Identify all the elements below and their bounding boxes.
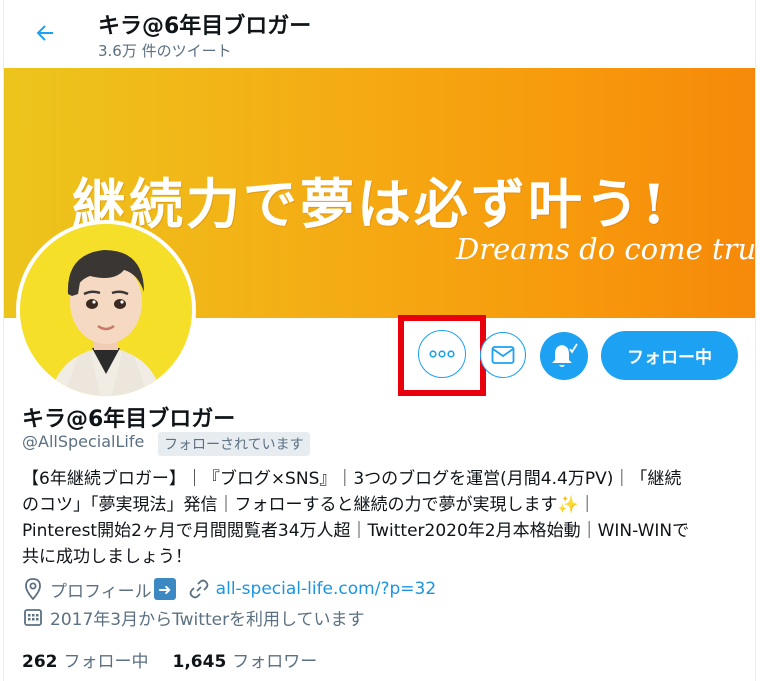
profile-bio: 【6年継続ブロガー】｜『ブログ×SNS』｜3つのブログを運営(月間4.4万PV)… <box>22 466 742 570</box>
sparkles-icon: ✨ <box>557 495 579 515</box>
message-button[interactable] <box>480 332 526 378</box>
avatar[interactable] <box>16 220 196 400</box>
back-arrow-icon <box>36 25 53 41</box>
more-dots-icon <box>429 350 455 358</box>
frame-right-border <box>755 0 756 681</box>
notifications-button[interactable] <box>540 332 588 380</box>
back-button[interactable] <box>26 14 64 52</box>
bell-icon <box>552 343 578 367</box>
location-pin-icon <box>22 578 44 600</box>
follow-stats: 262 フォロー中 1,645 フォロワー <box>22 647 341 672</box>
avatar-illustration <box>20 224 192 396</box>
header-title: キラ@6年目ブロガー <box>98 14 312 39</box>
bio-line-text: のコツ」「夢実現法」発信｜フォローすると継続の力で夢が実現します <box>22 495 558 515</box>
user-handle: @AllSpecialLife <box>22 432 145 451</box>
followers-label: フォロワー <box>232 652 318 672</box>
calendar-icon <box>22 606 44 628</box>
profile-header: キラ@6年目ブロガー 3.6万 件のツイート <box>4 0 755 68</box>
bio-line: 【6年継続ブロガー】｜『ブログ×SNS』｜3つのブログを運営(月間4.4万PV)… <box>22 469 682 489</box>
bio-line: 共に成功しましょう！ <box>22 547 192 567</box>
banner-headline-en: Dreams do come true! <box>456 232 755 266</box>
bio-line: Pinterest開始2ヶ月で月間閲覧者34万人超｜Twitter2020年2月… <box>22 521 690 541</box>
bio-line: のコツ」「夢実現法」発信｜フォローすると継続の力で夢が実現します✨｜ <box>22 492 742 518</box>
right-arrow-icon: ➜ <box>153 578 176 600</box>
follows-you-badge: フォローされています <box>158 432 310 456</box>
envelope-icon <box>491 346 515 364</box>
profile-url-link[interactable]: all-special-life.com/?p=32 <box>216 579 436 599</box>
following-button[interactable]: フォロー中 <box>601 331 738 380</box>
profile-meta-row: プロフィール ➜ all-special-life.com/?p=32 <box>22 577 436 602</box>
followers-count: 1,645 <box>172 652 227 672</box>
location-text: プロフィール <box>50 581 152 602</box>
tweet-count: 3.6万 件のツイート <box>98 42 232 60</box>
display-name: キラ@6年目ブロガー <box>22 407 236 432</box>
following-count: 262 <box>22 652 58 672</box>
followers-stat[interactable]: 1,645 フォロワー <box>173 647 318 672</box>
following-label: フォロー中 <box>63 652 149 672</box>
banner-headline-jp: 継続力で夢は必ず叶う! <box>72 172 669 236</box>
joined-date: 2017年3月からTwitterを利用しています <box>50 609 365 630</box>
more-button[interactable] <box>418 330 466 378</box>
joined-row: 2017年3月からTwitterを利用しています <box>22 605 365 630</box>
following-stat[interactable]: 262 フォロー中 <box>22 647 149 672</box>
link-icon <box>188 578 210 600</box>
bio-line-tail: ｜ <box>578 495 596 515</box>
